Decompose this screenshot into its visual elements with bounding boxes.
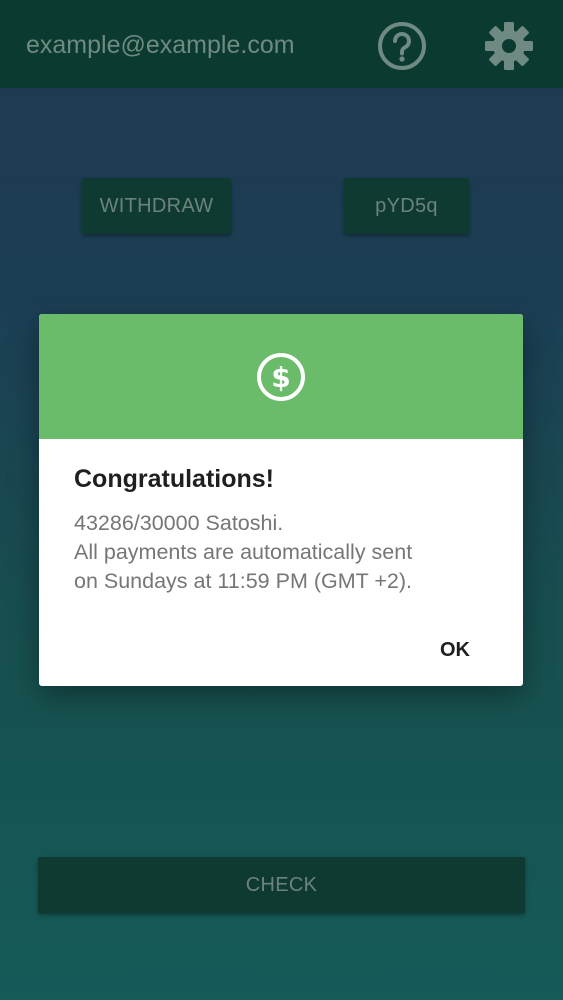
- dialog-message: 43286/30000 Satoshi. All payments are au…: [74, 509, 504, 596]
- check-button[interactable]: CHECK: [38, 857, 525, 913]
- app-bar: example@example.com: [0, 0, 563, 88]
- help-icon[interactable]: [376, 20, 428, 72]
- screen: example@example.com WITHDRAW pYD5q CHECK…: [0, 0, 563, 1000]
- dollar-circle-icon: $: [255, 351, 307, 403]
- dialog-header: $: [39, 314, 523, 439]
- dialog-message-line: All payments are automatically sent: [74, 540, 413, 564]
- referral-code-button[interactable]: pYD5q: [344, 178, 469, 234]
- congratulations-dialog: $ Congratulations! 43286/30000 Satoshi. …: [39, 314, 523, 686]
- account-email: example@example.com: [26, 31, 295, 59]
- dialog-message-line: 43286/30000 Satoshi.: [74, 511, 284, 535]
- gear-icon[interactable]: [483, 20, 535, 72]
- dialog-title: Congratulations!: [74, 465, 274, 493]
- ok-button[interactable]: OK: [429, 633, 481, 667]
- withdraw-button[interactable]: WITHDRAW: [82, 178, 231, 234]
- dialog-message-line: on Sundays at 11:59 PM (GMT +2).: [74, 569, 412, 593]
- svg-text:$: $: [271, 361, 290, 394]
